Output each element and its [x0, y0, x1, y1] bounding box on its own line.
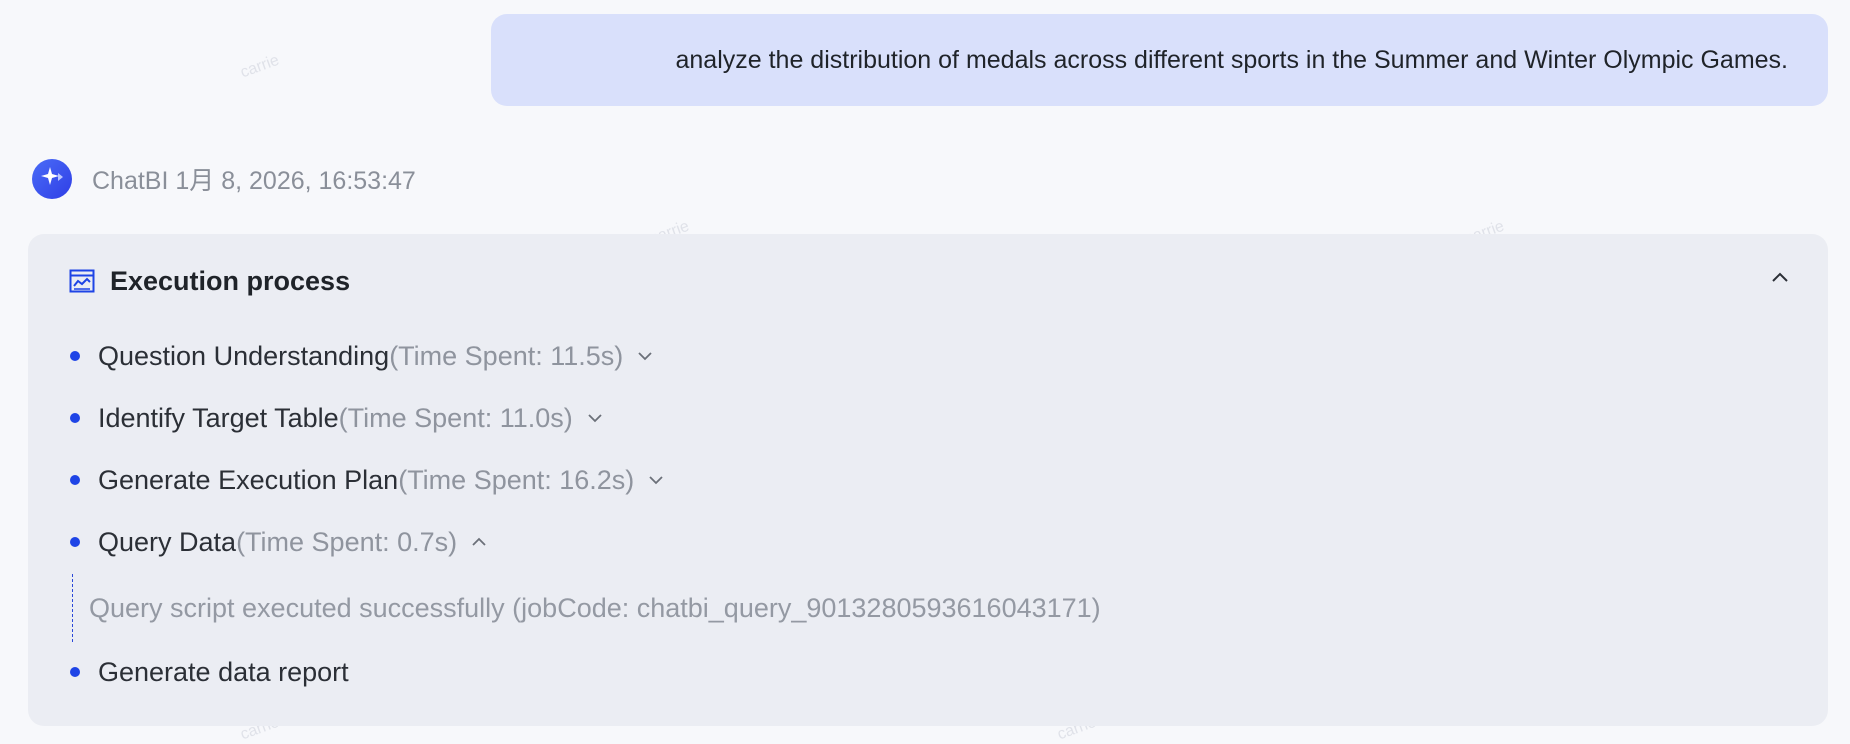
step-query-data[interactable]: Query Data (Time Spent: 0.7s) [68, 522, 489, 562]
step-bullet [70, 537, 80, 547]
step-time-spent: (Time Spent: 11.0s) [338, 402, 573, 433]
chevron-down-icon[interactable] [585, 408, 605, 428]
collapse-button[interactable] [1764, 264, 1796, 296]
step-identify-target-table[interactable]: Identify Target Table (Time Spent: 11.0s… [68, 398, 605, 438]
step-bullet [70, 475, 80, 485]
step-time-spent: (Time Spent: 0.7s) [236, 526, 458, 557]
bot-message-header: ChatBI 1月 8, 2026, 16:53:47 [32, 158, 416, 200]
chart-frame-icon [68, 267, 96, 295]
step-label: Query Data [98, 526, 237, 557]
step-label: Identify Target Table [98, 402, 339, 433]
step-time-spent: (Time Spent: 11.5s) [389, 340, 624, 371]
execution-process-title: Execution process [110, 265, 351, 296]
step-label: Generate data report [98, 656, 349, 687]
execution-process-header: Execution process [68, 260, 350, 302]
bot-avatar [32, 159, 72, 199]
step-label: Generate Execution Plan [98, 464, 399, 495]
step-question-understanding[interactable]: Question Understanding (Time Spent: 11.5… [68, 336, 655, 376]
watermark: carrie [238, 51, 282, 82]
step-bullet [70, 351, 80, 361]
step-bullet [70, 667, 80, 677]
chevron-down-icon[interactable] [646, 470, 666, 490]
user-message-text: analyze the distribution of medals acros… [675, 45, 1788, 74]
bot-name-timestamp: ChatBI 1月 8, 2026, 16:53:47 [92, 167, 416, 195]
chevron-down-icon[interactable] [635, 346, 655, 366]
chevron-up-icon [1769, 267, 1791, 294]
step-bullet [70, 413, 80, 423]
step-generate-execution-plan[interactable]: Generate Execution Plan (Time Spent: 16.… [68, 460, 666, 500]
chevron-up-icon[interactable] [469, 532, 489, 552]
sparkle-icon [39, 164, 65, 195]
step-label: Question Understanding [98, 340, 390, 371]
query-detail-text: Query script executed successfully (jobC… [89, 592, 1101, 623]
query-data-detail: Query script executed successfully (jobC… [72, 574, 1101, 642]
user-message-bubble: analyze the distribution of medals acros… [491, 14, 1828, 106]
step-time-spent: (Time Spent: 16.2s) [398, 464, 635, 495]
step-generate-data-report[interactable]: Generate data report [68, 652, 349, 692]
